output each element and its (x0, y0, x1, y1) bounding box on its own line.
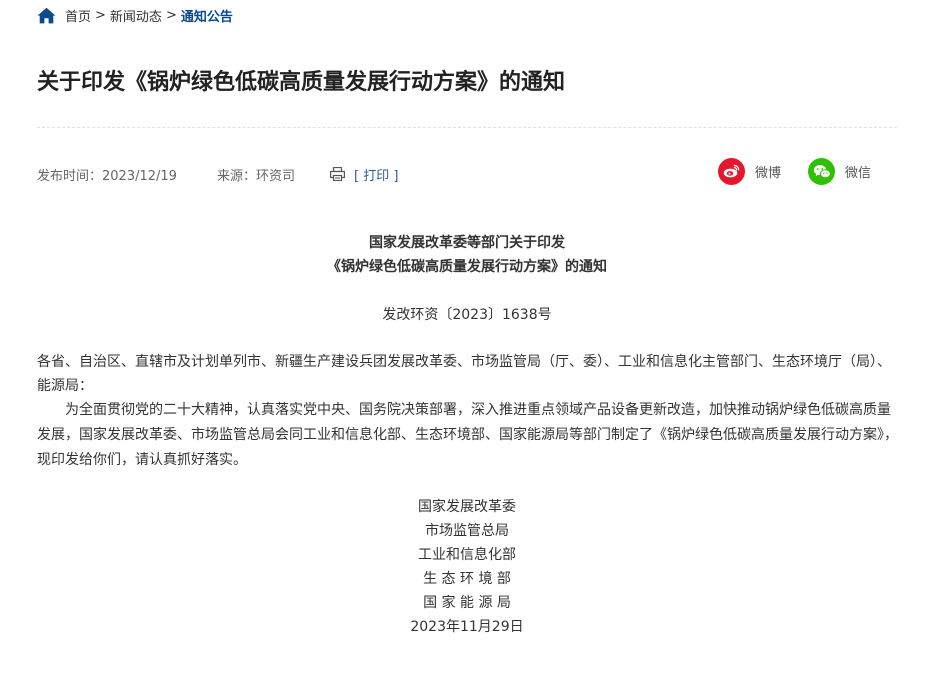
printer-icon (330, 167, 345, 181)
signature-line: 生 态 环 境 部 (423, 571, 511, 587)
home-icon[interactable] (37, 7, 56, 24)
weibo-icon (718, 157, 745, 185)
breadcrumb-news-link[interactable]: 新闻动态 (110, 6, 162, 25)
signature-line: 国家发展改革委 (418, 499, 516, 515)
signature-line: 国 家 能 源 局 (423, 595, 511, 611)
share-wechat-button[interactable]: 微信 (808, 157, 871, 185)
sign-date: 2023年11月29日 (410, 619, 524, 635)
print-button[interactable]: [ 打印 ] (330, 165, 398, 184)
breadcrumb-home-link[interactable]: 首页 (65, 6, 91, 25)
document-body: 为全面贯彻党的二十大精神，认真落实党中央、国务院决策部署，深入推进重点领域产品设… (37, 402, 898, 468)
signature-line: 工业和信息化部 (418, 547, 516, 563)
breadcrumb: 首页 > 新闻动态 > 通知公告 (37, 5, 233, 25)
document-heading-line1: 国家发展改革委等部门关于印发 (369, 235, 565, 251)
title-divider (37, 127, 897, 128)
document-addressee: 各省、自治区、直辖市及计划单列市、新疆生产建设兵团发展改革委、市场监管局（厅、委… (37, 354, 891, 394)
document-number: 发改环资〔2023〕1638号 (382, 307, 552, 323)
publish-date: 发布时间：2023/12/19 (37, 168, 177, 184)
wechat-icon (808, 157, 835, 185)
article-meta: 发布时间：2023/12/19 来源：环资司 [ 打印 ] (37, 164, 398, 184)
breadcrumb-separator: > (165, 7, 177, 23)
breadcrumb-separator: > (95, 7, 106, 23)
wechat-label: 微信 (845, 165, 872, 181)
weibo-label: 微博 (755, 165, 782, 181)
share-weibo-button[interactable]: 微博 (718, 157, 781, 185)
breadcrumb-current[interactable]: 通知公告 (181, 6, 233, 25)
page-title: 关于印发《锅炉绿色低碳高质量发展行动方案》的通知 (37, 70, 566, 95)
document-heading-line2: 《锅炉绿色低碳高质量发展行动方案》的通知 (327, 259, 607, 275)
signature-line: 市场监管总局 (425, 523, 509, 539)
article-source: 来源：环资司 (217, 168, 296, 184)
print-label: [ 打印 ] (354, 168, 399, 184)
